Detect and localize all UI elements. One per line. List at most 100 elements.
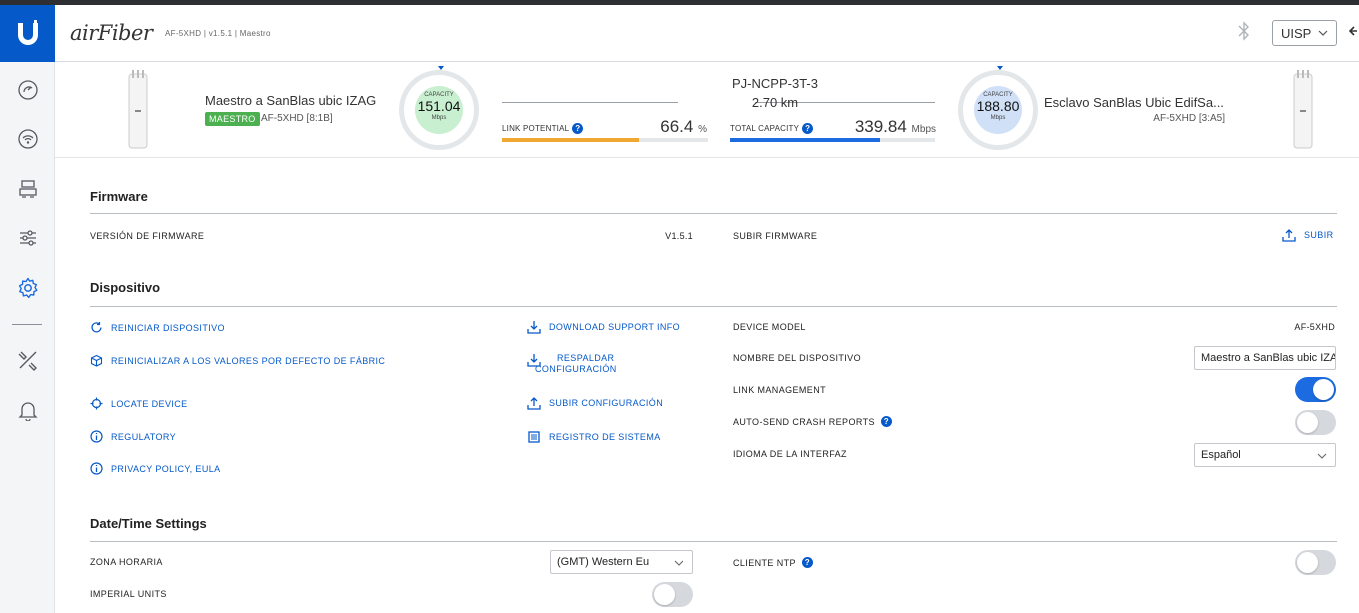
refresh-icon: [91, 322, 102, 333]
help-icon[interactable]: ?: [802, 123, 814, 134]
brand-title: airFiber: [70, 21, 153, 45]
ntp-client-toggle[interactable]: [1295, 550, 1336, 575]
help-icon[interactable]: ?: [572, 123, 584, 134]
device-subtitle: AF-5XHD | v1.5.1 | Maestro: [165, 29, 271, 38]
upload-firmware-button[interactable]: SUBIR: [1282, 228, 1334, 242]
system-log-link[interactable]: REGISTRO DE SISTEMA: [527, 430, 661, 444]
device-name-label: NOMBRE DEL DISPOSITIVO: [733, 353, 861, 363]
toggle-knob: [1297, 552, 1318, 573]
link-potential-bar-fill: [502, 138, 639, 142]
link-management-toggle[interactable]: [1295, 377, 1336, 402]
tools-icon[interactable]: [15, 347, 41, 373]
upload-firmware-label: SUBIR FIRMWARE: [733, 231, 818, 241]
upload-icon: [1282, 229, 1296, 242]
help-icon[interactable]: ?: [801, 557, 813, 568]
chevron-down-icon: [1318, 30, 1328, 36]
link-name: PJ-NCPP-3T-3: [732, 76, 818, 91]
backup-config-label-line1: RESPALDAR: [557, 353, 615, 363]
notifications-icon[interactable]: [15, 397, 41, 423]
timezone-select[interactable]: (GMT) Western Eu: [550, 550, 693, 574]
remote-capacity-circle: CAPACITY 188.80 Mbps: [974, 86, 1022, 134]
crash-reports-toggle[interactable]: [1295, 410, 1336, 435]
backup-config-text: RESPALDAR CONFIGURACIÓN: [535, 353, 617, 375]
cube-icon: [90, 354, 103, 367]
document-icon: [528, 431, 540, 443]
local-capacity-gauge: CAPACITY 151.04 Mbps: [399, 66, 479, 150]
uisp-select-value: UISP: [1281, 26, 1312, 41]
imperial-units-toggle[interactable]: [652, 582, 693, 607]
locate-device-label: LOCATE DEVICE: [111, 398, 188, 409]
help-icon[interactable]: ?: [880, 416, 892, 427]
total-capacity-value: 339.84: [854, 117, 907, 136]
imperial-units-label: IMPERIAL UNITS: [90, 589, 167, 599]
firmware-section-title: Firmware: [90, 189, 148, 204]
timezone-value: (GMT) Western Eu: [557, 556, 650, 568]
total-capacity-text: TOTAL CAPACITY: [730, 124, 800, 133]
ntp-client-label: CLIENTE NTP ?: [733, 557, 813, 568]
settings-icon[interactable]: [15, 275, 41, 301]
firmware-version-label: VERSIÓN DE FIRMWARE: [90, 231, 205, 241]
upload-config-label: SUBIR CONFIGURACIÓN: [549, 398, 664, 408]
local-antenna-image: [128, 70, 148, 149]
interface-language-value: Español: [1201, 449, 1241, 461]
device-name-input[interactable]: Maestro a SanBlas ubic IZAG: [1194, 346, 1336, 370]
device-model-label: DEVICE MODEL: [733, 322, 806, 332]
distance-line-left: [502, 102, 678, 103]
settings-content: Firmware VERSIÓN DE FIRMWARE V1.5.1 SUBI…: [55, 159, 1359, 613]
backup-config-label-line2: CONFIGURACIÓN: [535, 364, 617, 374]
crash-reports-label: AUTO-SEND CRASH REPORTS ?: [733, 416, 892, 427]
uisp-select[interactable]: UISP: [1272, 20, 1337, 46]
link-management-label: LINK MANAGEMENT: [733, 385, 827, 395]
services-icon[interactable]: [15, 225, 41, 251]
link-potential-bar: [502, 138, 708, 142]
capacity-unit: Mbps: [990, 115, 1006, 121]
ubiquiti-logo[interactable]: [0, 5, 55, 62]
interface-language-select[interactable]: Español: [1194, 443, 1336, 467]
link-potential-value: 66.4: [660, 117, 694, 136]
upload-config-link[interactable]: SUBIR CONFIGURACIÓN: [527, 396, 663, 410]
link-potential-unit: %: [698, 124, 707, 135]
dashboard-icon[interactable]: [15, 77, 41, 103]
total-capacity-metric: 339.84 Mbps: [815, 117, 936, 137]
privacy-policy-label: PRIVACY POLICY, EULA: [111, 463, 221, 474]
link-overview: Maestro a SanBlas ubic IZAG MAESTRO AF-5…: [55, 62, 1359, 158]
local-device-model: AF-5XHD [8:1B]: [261, 113, 333, 124]
upload-icon: [527, 397, 541, 410]
link-distance: 2.70 km: [751, 95, 799, 110]
ubiquiti-logo-icon: [17, 19, 38, 45]
section-divider: [90, 306, 1337, 307]
toggle-knob: [654, 584, 675, 605]
sidebar-divider: [12, 324, 42, 325]
local-device-name: Maestro a SanBlas ubic IZAG: [205, 93, 377, 108]
local-capacity-circle: CAPACITY 151.04 Mbps: [415, 86, 463, 134]
bluetooth-icon[interactable]: [1238, 21, 1250, 46]
arrow-left-icon[interactable]: [1348, 24, 1359, 43]
remote-capacity-value: 188.80: [976, 98, 1020, 114]
remote-antenna-image: [1293, 70, 1313, 149]
remote-capacity-gauge: CAPACITY 188.80 Mbps: [958, 66, 1038, 150]
link-potential-text: LINK POTENTIAL: [502, 124, 570, 133]
info-icon: [90, 462, 103, 475]
regulatory-label: REGULATORY: [111, 431, 177, 442]
chevron-down-icon: [674, 560, 684, 566]
wireless-icon[interactable]: [15, 126, 41, 152]
locate-device-link[interactable]: LOCATE DEVICE: [90, 397, 188, 410]
total-capacity-unit: Mbps: [911, 124, 936, 135]
network-icon[interactable]: [15, 177, 41, 203]
reboot-device-link[interactable]: REINICIAR DISPOSITIVO: [90, 321, 225, 334]
info-icon: [90, 430, 103, 443]
factory-reset-label: REINICIALIZAR A LOS VALORES POR DEFECTO …: [111, 355, 386, 366]
device-section-title: Dispositivo: [90, 280, 161, 295]
interface-language-label: IDIOMA DE LA INTERFAZ: [733, 449, 847, 459]
section-divider: [90, 541, 1337, 542]
backup-config-link[interactable]: RESPALDAR CONFIGURACIÓN: [527, 353, 617, 375]
toggle-knob: [1313, 379, 1334, 400]
toggle-knob: [1297, 412, 1318, 433]
link-potential-label: LINK POTENTIAL ?: [502, 123, 584, 134]
privacy-policy-link[interactable]: PRIVACY POLICY, EULA: [90, 462, 221, 475]
regulatory-link[interactable]: REGULATORY: [90, 430, 176, 443]
crash-reports-text: AUTO-SEND CRASH REPORTS: [733, 416, 875, 427]
download-support-info-link[interactable]: DOWNLOAD SUPPORT INFO: [527, 320, 680, 334]
datetime-section-title: Date/Time Settings: [90, 516, 207, 531]
factory-reset-link[interactable]: REINICIALIZAR A LOS VALORES POR DEFECTO …: [90, 354, 385, 367]
